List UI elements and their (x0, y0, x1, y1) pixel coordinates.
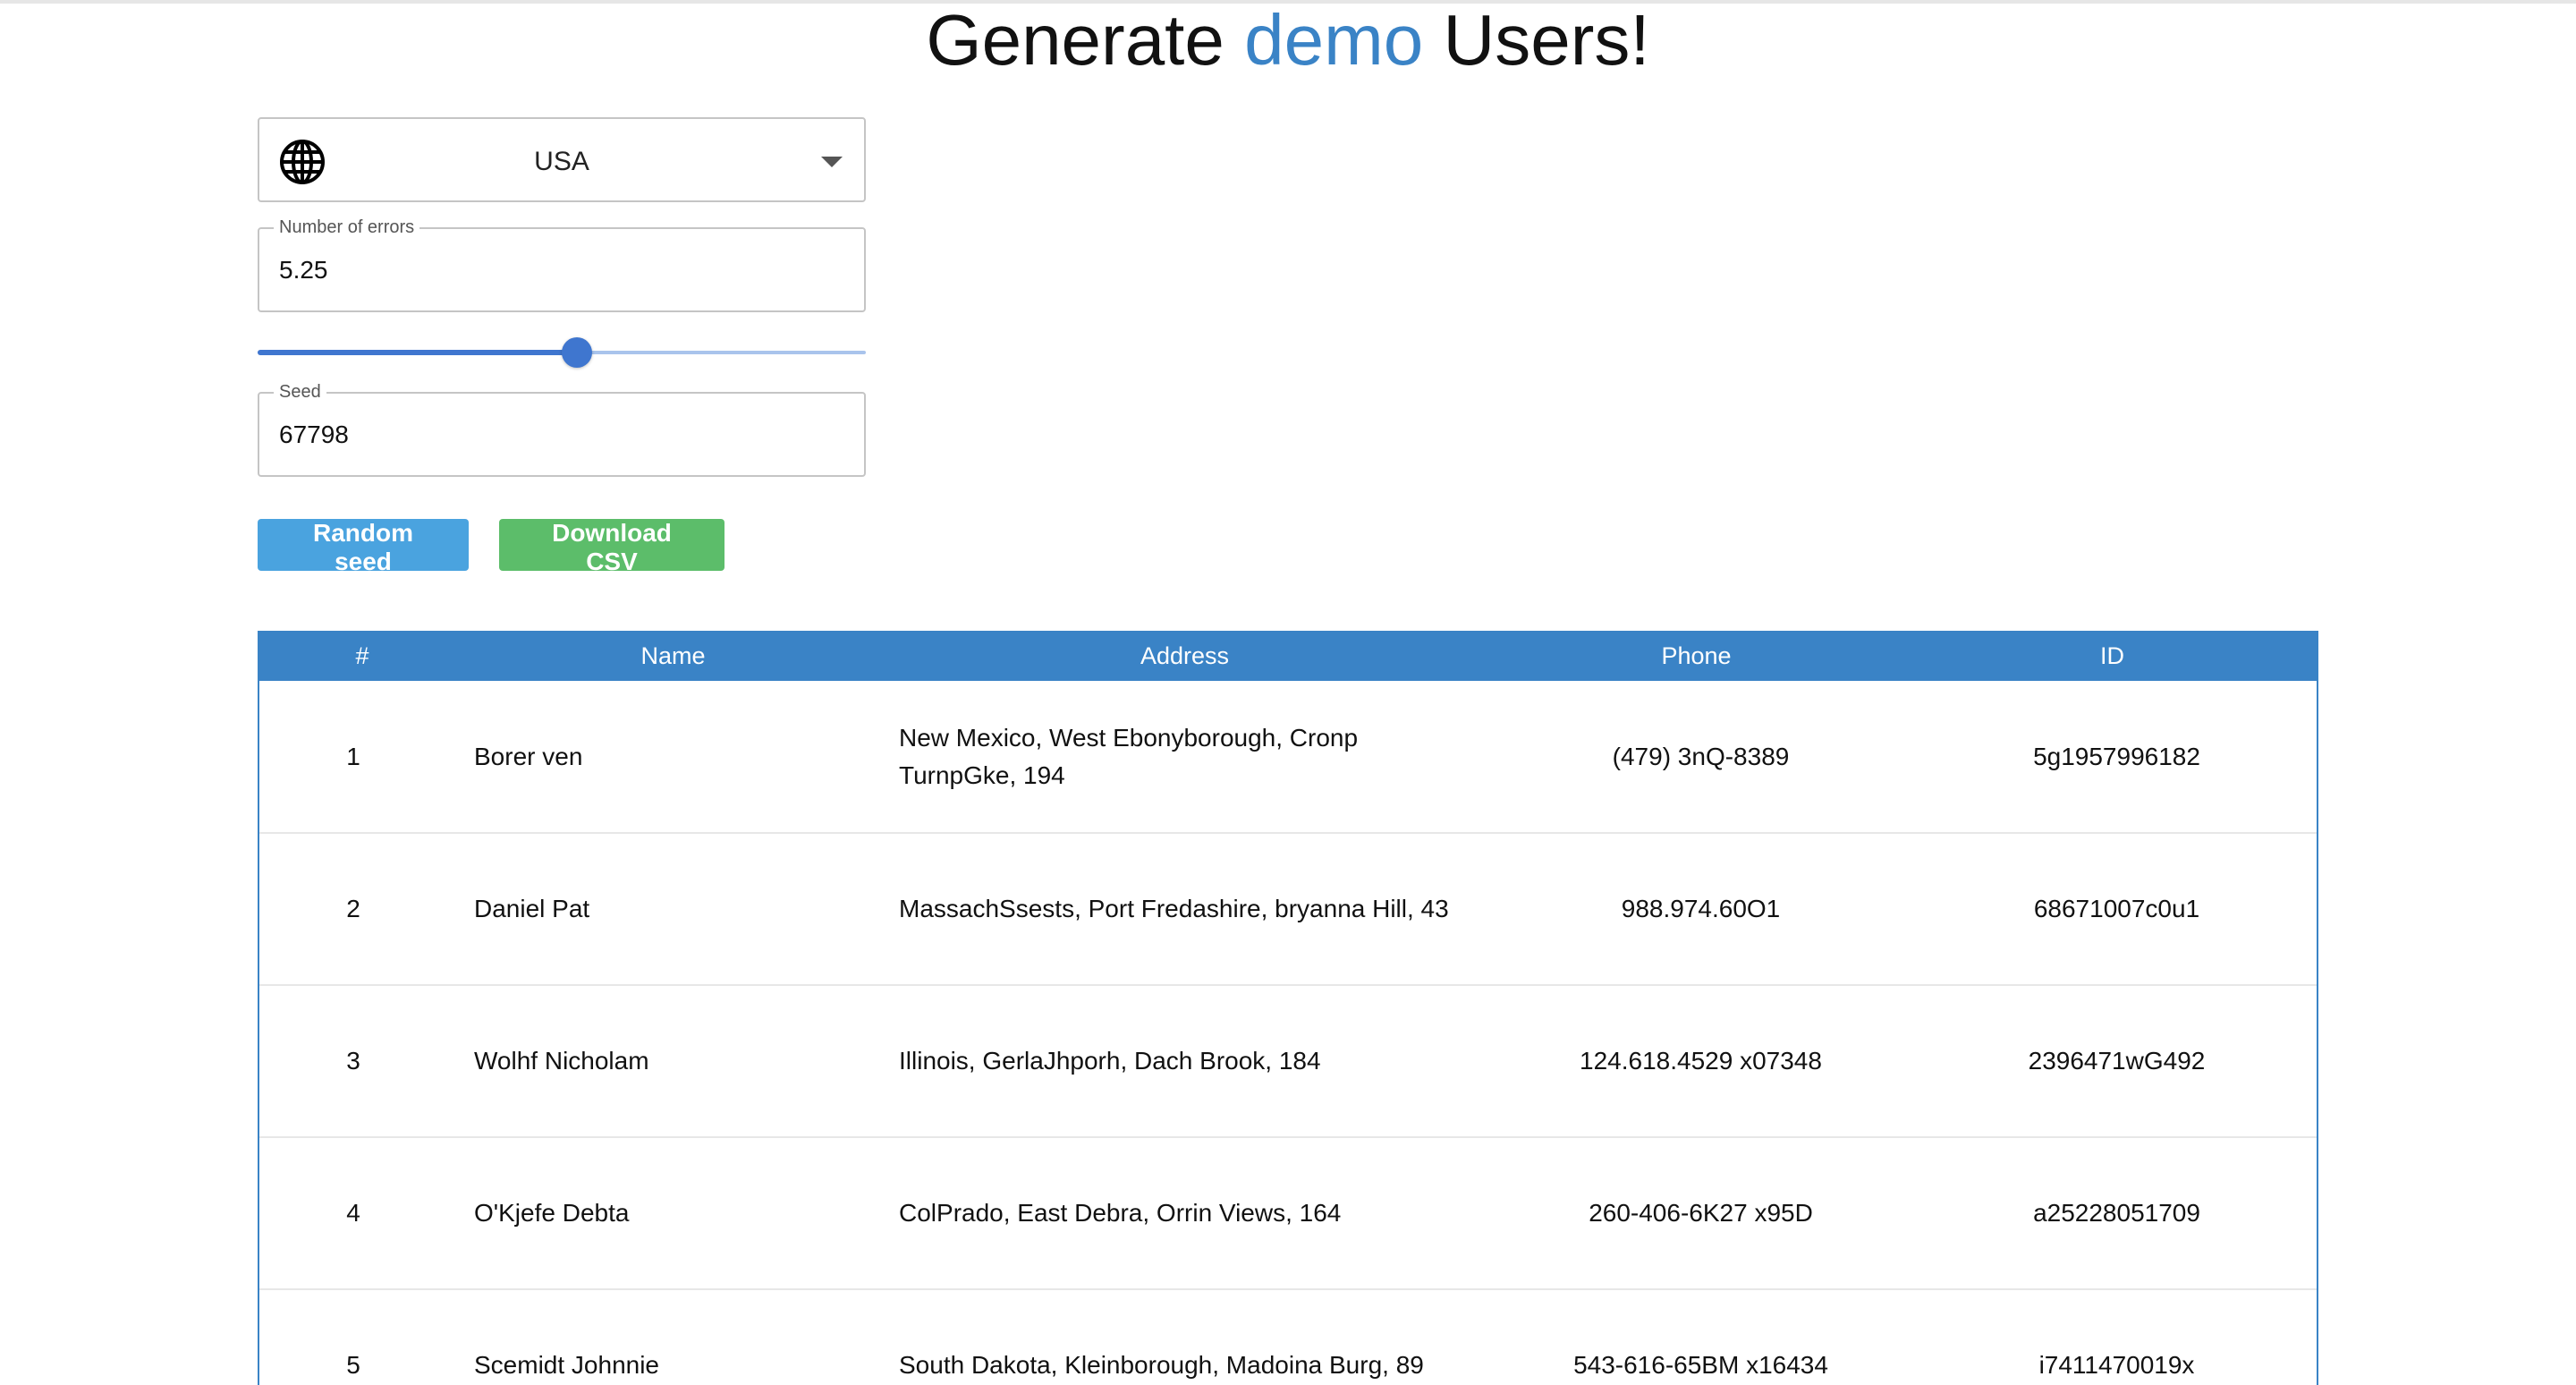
chevron-down-icon (821, 157, 843, 167)
users-table-container: # Name Address Phone ID 1 Borer ven New … (258, 631, 2318, 1385)
cell-phone: (479) 3nQ-8389 (1612, 742, 1790, 770)
column-header-id: ID (2100, 642, 2124, 669)
random-seed-button[interactable]: Random seed (258, 519, 469, 575)
table-header-row: # Name Address Phone ID (259, 631, 2317, 681)
cell-id: a25228051709 (2033, 1199, 2200, 1227)
cell-name: Scemidt Johnnie (474, 1351, 660, 1379)
cell-number: 3 (346, 1047, 360, 1075)
cell-number: 5 (346, 1351, 360, 1379)
page-title: Generate demo Users! (0, 0, 2576, 81)
seed-input[interactable] (279, 394, 834, 475)
cell-id: 5g1957996182 (2033, 742, 2200, 770)
errors-slider[interactable] (258, 335, 866, 370)
cell-name: Borer ven (474, 742, 583, 770)
table-row: 3 Wolhf Nicholam Illinois, GerlaJhporh, … (259, 985, 2317, 1137)
cell-name: Daniel Pat (474, 895, 590, 922)
cell-address: South Dakota, Kleinborough, Madoina Burg… (899, 1351, 1424, 1379)
cell-id: i7411470019x (2038, 1351, 2195, 1379)
table-row: 4 O'Kjefe Debta ColPrado, East Debra, Or… (259, 1137, 2317, 1289)
cell-phone: 260-406-6K27 x95D (1589, 1199, 1813, 1227)
table-row: 1 Borer ven New Mexico, West Ebonyboroug… (259, 681, 2317, 833)
errors-input[interactable] (279, 229, 834, 310)
users-table: # Name Address Phone ID 1 Borer ven New … (259, 631, 2317, 1385)
column-header-address: Address (1140, 642, 1230, 669)
title-prefix: Generate (926, 0, 1224, 80)
cell-number: 4 (346, 1199, 360, 1227)
column-header-phone: Phone (1661, 642, 1732, 669)
cell-name: Wolhf Nicholam (474, 1047, 649, 1075)
slider-fill (258, 350, 577, 355)
cell-name: O'Kjefe Debta (474, 1199, 630, 1227)
region-select[interactable]: USA (258, 117, 866, 202)
cell-id: 68671007c0u1 (2033, 895, 2200, 922)
title-accent: demo (1244, 0, 1424, 80)
column-header-name: Name (640, 642, 706, 669)
table-row: 5 Scemidt Johnnie South Dakota, Kleinbor… (259, 1289, 2317, 1385)
cell-phone: 124.618.4529 x07348 (1580, 1047, 1822, 1075)
cell-address: ColPrado, East Debra, Orrin Views, 164 (899, 1199, 1342, 1227)
cell-id: 2396471wG492 (2028, 1047, 2206, 1075)
table-row: 2 Daniel Pat MassachSsests, Port Fredash… (259, 833, 2317, 985)
cell-number: 2 (346, 895, 360, 922)
cell-address: Illinois, GerlaJhporh, Dach Brook, 184 (899, 1047, 1321, 1075)
errors-field: Number of errors (258, 217, 866, 312)
region-select-value: USA (534, 147, 589, 176)
cell-number: 1 (346, 742, 360, 770)
download-csv-button[interactable]: Download CSV (499, 519, 724, 575)
cell-phone: 543-616-65BM x16434 (1573, 1351, 1828, 1379)
cell-address: MassachSsests, Port Fredashire, bryanna … (899, 895, 1449, 922)
cell-phone: 988.974.60O1 (1621, 895, 1781, 922)
seed-field: Seed (258, 381, 866, 477)
slider-thumb[interactable] (562, 337, 592, 368)
cell-address: New Mexico, West Ebonyborough, Cronp Tur… (899, 723, 1359, 789)
column-header-number: # (355, 642, 369, 669)
title-suffix: Users! (1443, 0, 1650, 80)
